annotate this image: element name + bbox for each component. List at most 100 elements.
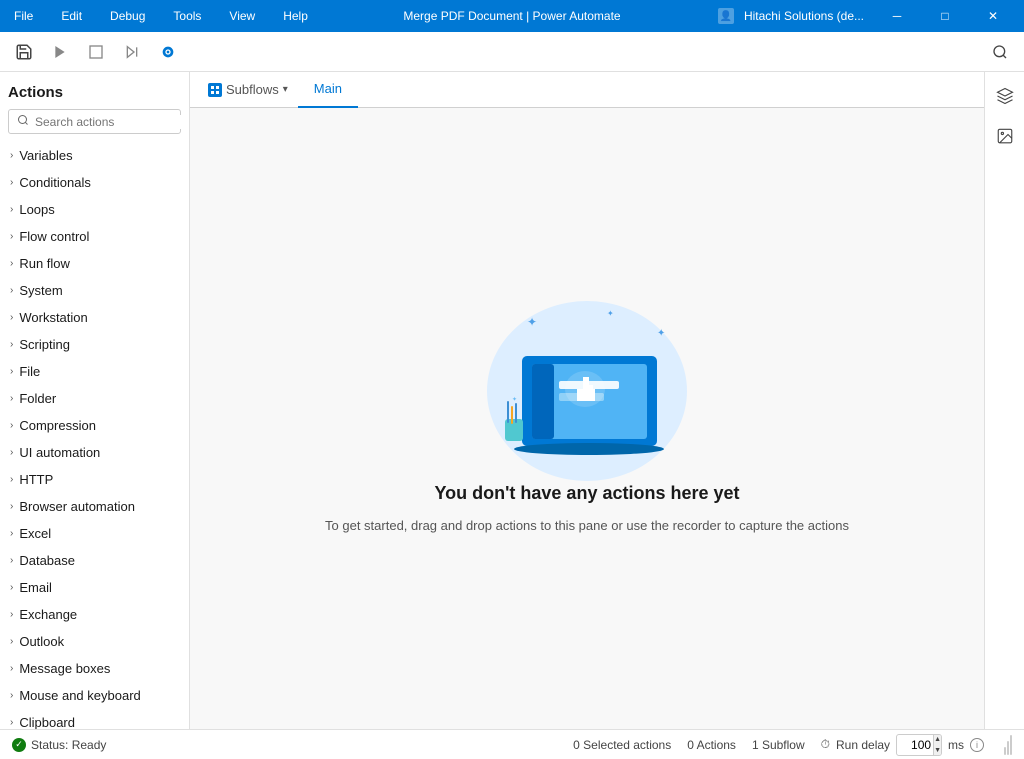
stop-button[interactable] bbox=[80, 36, 112, 68]
info-icon[interactable]: i bbox=[970, 738, 984, 752]
sidebar-item-label: Outlook bbox=[19, 634, 64, 649]
chevron-right-icon: › bbox=[10, 582, 13, 593]
maximize-button[interactable]: □ bbox=[922, 0, 968, 32]
run-delay-up[interactable]: ▲ bbox=[934, 734, 941, 745]
sidebar-item-http[interactable]: ›HTTP bbox=[0, 466, 189, 493]
menu-debug[interactable]: Debug bbox=[104, 5, 151, 27]
play-button[interactable] bbox=[44, 36, 76, 68]
sidebar-item-variables[interactable]: ›Variables bbox=[0, 142, 189, 169]
sidebar-item-compression[interactable]: ›Compression bbox=[0, 412, 189, 439]
sidebar-title: Actions bbox=[0, 72, 189, 109]
sidebar: Actions ›Variables›Conditionals›Loops›Fl… bbox=[0, 72, 190, 729]
sidebar-item-clipboard[interactable]: ›Clipboard bbox=[0, 709, 189, 729]
subflow-count: 1 Subflow bbox=[752, 738, 805, 752]
sidebar-item-outlook[interactable]: › Outlook bbox=[0, 628, 189, 655]
sidebar-item-loops[interactable]: ›Loops bbox=[0, 196, 189, 223]
sidebar-item-message-boxes[interactable]: › Message boxes bbox=[0, 655, 189, 682]
status-indicator: Status: Ready bbox=[12, 738, 106, 752]
sidebar-item-label: Message boxes bbox=[19, 661, 110, 676]
next-button[interactable] bbox=[116, 36, 148, 68]
run-delay-down[interactable]: ▼ bbox=[934, 745, 941, 756]
menu-bar: File Edit Debug Tools View Help bbox=[8, 5, 314, 27]
sidebar-item-flow-control[interactable]: ›Flow control bbox=[0, 223, 189, 250]
menu-tools[interactable]: Tools bbox=[167, 5, 207, 27]
menu-view[interactable]: View bbox=[223, 5, 261, 27]
sidebar-item-folder[interactable]: ›Folder bbox=[0, 385, 189, 412]
image-button[interactable] bbox=[989, 120, 1021, 152]
sidebar-item-workstation[interactable]: › Workstation bbox=[0, 304, 189, 331]
close-button[interactable]: ✕ bbox=[970, 0, 1016, 32]
ms-label: ms bbox=[948, 738, 964, 752]
chevron-right-icon: › bbox=[10, 447, 13, 458]
sidebar-item-ui-automation[interactable]: ›UI automation bbox=[0, 439, 189, 466]
sidebar-item-label: Run flow bbox=[19, 256, 70, 271]
chevron-right-icon: › bbox=[10, 690, 13, 701]
chevron-right-icon: › bbox=[10, 663, 13, 674]
chevron-right-icon: › bbox=[10, 420, 13, 431]
sidebar-item-label: System bbox=[19, 283, 62, 298]
chevron-right-icon: › bbox=[10, 609, 13, 620]
resize-handle bbox=[1004, 735, 1012, 755]
sidebar-item-excel[interactable]: ›Excel bbox=[0, 520, 189, 547]
right-panel bbox=[984, 72, 1024, 729]
search-box[interactable] bbox=[8, 109, 181, 134]
chevron-down-icon: ▾ bbox=[283, 84, 288, 95]
empty-illustration: ✦ ✦ ✦ ✦ ✦ bbox=[467, 271, 707, 481]
record-button[interactable] bbox=[152, 36, 184, 68]
chevron-right-icon: › bbox=[10, 636, 13, 647]
sidebar-item-scripting[interactable]: ›Scripting bbox=[0, 331, 189, 358]
menu-help[interactable]: Help bbox=[277, 5, 314, 27]
chevron-right-icon: › bbox=[10, 204, 13, 215]
run-delay-input[interactable] bbox=[897, 738, 933, 752]
search-button[interactable] bbox=[984, 36, 1016, 68]
empty-subtitle: To get started, drag and drop actions to… bbox=[325, 516, 849, 536]
chevron-right-icon: › bbox=[10, 312, 13, 323]
chevron-right-icon: › bbox=[10, 150, 13, 161]
sidebar-item-file[interactable]: › File bbox=[0, 358, 189, 385]
search-input[interactable] bbox=[35, 115, 190, 129]
sidebar-item-conditionals[interactable]: › Conditionals bbox=[0, 169, 189, 196]
chevron-right-icon: › bbox=[10, 717, 13, 728]
sidebar-item-label: File bbox=[19, 364, 40, 379]
sidebar-item-email[interactable]: › Email bbox=[0, 574, 189, 601]
canvas: ✦ ✦ ✦ ✦ ✦ bbox=[190, 108, 984, 729]
status-label: Status: Ready bbox=[31, 738, 106, 752]
sidebar-item-exchange[interactable]: › Exchange bbox=[0, 601, 189, 628]
menu-file[interactable]: File bbox=[8, 5, 39, 27]
user-name: Hitachi Solutions (de... bbox=[744, 9, 864, 23]
sidebar-item-label: Exchange bbox=[19, 607, 77, 622]
chevron-right-icon: › bbox=[10, 555, 13, 566]
sidebar-item-label: Workstation bbox=[19, 310, 87, 325]
sidebar-item-label: Conditionals bbox=[19, 175, 91, 190]
menu-edit[interactable]: Edit bbox=[55, 5, 88, 27]
chevron-right-icon: › bbox=[10, 501, 13, 512]
titlebar: File Edit Debug Tools View Help Merge PD… bbox=[0, 0, 1024, 32]
sidebar-item-mouse-and-keyboard[interactable]: ›Mouse and keyboard bbox=[0, 682, 189, 709]
clock-icon: ⏱ bbox=[821, 737, 830, 752]
actions-count: 0 Actions bbox=[687, 738, 736, 752]
chevron-right-icon: › bbox=[10, 177, 13, 188]
main-layout: Actions ›Variables›Conditionals›Loops›Fl… bbox=[0, 72, 1024, 729]
sidebar-item-label: Folder bbox=[19, 391, 56, 406]
user-icon: 👤 bbox=[718, 8, 734, 24]
subflows-dropdown[interactable]: Subflows ▾ bbox=[198, 76, 298, 103]
sidebar-item-database[interactable]: › Database bbox=[0, 547, 189, 574]
sidebar-item-label: HTTP bbox=[19, 472, 53, 487]
sidebar-item-browser-automation[interactable]: ›Browser automation bbox=[0, 493, 189, 520]
sidebar-item-label: Database bbox=[19, 553, 75, 568]
chevron-right-icon: › bbox=[10, 528, 13, 539]
tab-bar: Subflows ▾ Main bbox=[190, 72, 984, 108]
sidebar-item-label: Scripting bbox=[19, 337, 70, 352]
layers-button[interactable] bbox=[989, 80, 1021, 112]
sidebar-item-run-flow[interactable]: ›Run flow bbox=[0, 250, 189, 277]
sidebar-item-label: Email bbox=[19, 580, 52, 595]
svg-text:✦: ✦ bbox=[527, 315, 537, 329]
minimize-button[interactable]: ─ bbox=[874, 0, 920, 32]
actions-list: ›Variables›Conditionals›Loops›Flow contr… bbox=[0, 142, 189, 729]
save-button[interactable] bbox=[8, 36, 40, 68]
sidebar-item-system[interactable]: ›System bbox=[0, 277, 189, 304]
tab-main[interactable]: Main bbox=[298, 72, 358, 108]
sidebar-item-label: Flow control bbox=[19, 229, 89, 244]
selected-actions-count: 0 Selected actions bbox=[573, 738, 671, 752]
chevron-right-icon: › bbox=[10, 366, 13, 377]
